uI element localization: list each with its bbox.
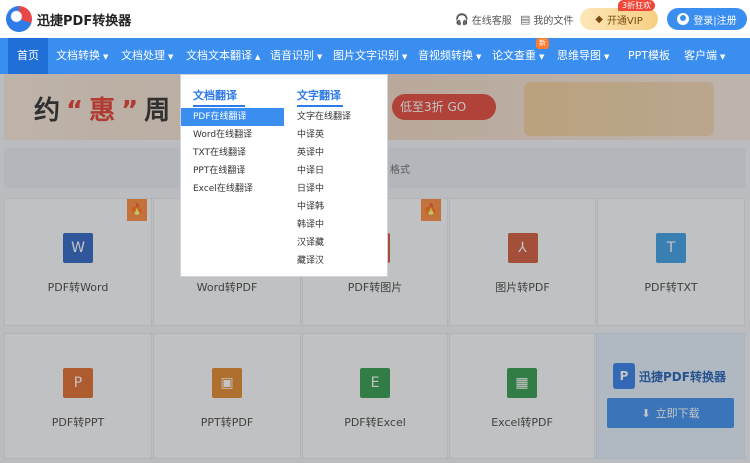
nav-av-convert[interactable]: 音视频转换 ▼ [418, 38, 481, 74]
caret-down-icon: ▼ [604, 53, 610, 61]
menu-item-zh-bo[interactable]: 汉译藏 [297, 234, 324, 252]
caret-up-icon: ▲ [255, 53, 261, 61]
text-heading-underline [297, 105, 343, 107]
nav-speech-label: 语音识别 [270, 49, 314, 62]
headset-icon: 🎧 [455, 13, 469, 26]
caret-down-icon: ▼ [402, 53, 408, 61]
translate-dropdown-menu: 文档翻译 文字翻译 PDF在线翻译 Word在线翻译 TXT在线翻译 PPT在线… [180, 74, 388, 277]
nav-doc-convert-label: 文档转换 [56, 49, 100, 62]
nav-doc-process[interactable]: 文档处理 ▼ [121, 38, 173, 74]
login-label: 登录|注册 [693, 15, 737, 27]
doc-heading-underline [193, 105, 245, 107]
online-service-label: 在线客服 [471, 16, 512, 27]
my-files-link[interactable]: ▤ 我的文件 [520, 12, 573, 27]
nav-mindmap-label: 思维导图 [557, 49, 601, 62]
nav-doc-process-label: 文档处理 [121, 49, 165, 62]
menu-item-zh-ja[interactable]: 中译日 [297, 162, 324, 180]
vip-promo-badge: 3折狂欢 [618, 0, 656, 11]
caret-down-icon: ▼ [539, 53, 545, 61]
menu-item-bo-zh[interactable]: 藏译汉 [297, 252, 324, 270]
main-nav: 首页 文档转换 ▼ 文档处理 ▼ 文档文本翻译 ▲ 语音识别 ▼ 图片文字识别 ▼ 音视频… [0, 38, 750, 74]
menu-item-txt-translate[interactable]: TXT在线翻译 [193, 144, 246, 162]
caret-down-icon: ▼ [476, 53, 482, 61]
caret-down-icon: ▼ [720, 53, 726, 61]
menu-item-ppt-translate[interactable]: PPT在线翻译 [193, 162, 245, 180]
caret-down-icon: ▼ [168, 53, 174, 61]
vip-label: 开通VIP [606, 15, 643, 27]
menu-item-en-zh[interactable]: 英译中 [297, 144, 324, 162]
login-register-button[interactable]: 登录|注册 [667, 8, 747, 30]
online-service-link[interactable]: 🎧 在线客服 [455, 12, 512, 27]
top-bar: 迅捷PDF转换器 🎧 在线客服 ▤ 我的文件 ◆ 开通VIP 3折狂欢 登录|注… [0, 0, 750, 38]
user-icon [677, 13, 690, 25]
nav-doc-translate[interactable]: 文档文本翻译 ▲ [186, 38, 260, 74]
menu-item-ko-zh[interactable]: 韩译中 [297, 216, 324, 234]
nav-ocr-label: 图片文字识别 [333, 49, 399, 62]
caret-down-icon: ▼ [103, 53, 109, 61]
menu-item-text-translate[interactable]: 文字在线翻译 [297, 108, 351, 126]
new-badge: 新 [536, 38, 549, 49]
nav-speech-recognition[interactable]: 语音识别 ▼ [270, 38, 322, 74]
my-files-label: 我的文件 [533, 16, 574, 27]
file-icon: ▤ [520, 13, 531, 26]
menu-item-excel-translate[interactable]: Excel在线翻译 [193, 180, 253, 198]
brand-name[interactable]: 迅捷PDF转换器 [37, 10, 131, 29]
nav-av-label: 音视频转换 [418, 49, 473, 62]
nav-ppt-template[interactable]: PPT模板 [628, 38, 670, 74]
open-vip-button[interactable]: ◆ 开通VIP [580, 8, 658, 30]
nav-home[interactable]: 首页 [8, 38, 48, 74]
nav-doc-translate-label: 文档文本翻译 [186, 49, 252, 62]
text-translate-heading: 文字翻译 [297, 89, 341, 102]
app-logo[interactable] [6, 6, 32, 32]
nav-image-ocr[interactable]: 图片文字识别 ▼ [333, 38, 407, 74]
caret-down-icon: ▼ [317, 53, 323, 61]
doc-translate-heading: 文档翻译 [193, 89, 237, 102]
menu-item-zh-ko[interactable]: 中译韩 [297, 198, 324, 216]
nav-ppt-label: PPT模板 [628, 49, 670, 62]
nav-paper-label: 论文查重 [492, 49, 536, 62]
nav-client-label: 客户端 [684, 49, 717, 62]
menu-item-pdf-translate[interactable]: PDF在线翻译 [181, 108, 284, 126]
nav-mind-map[interactable]: 思维导图 ▼ [557, 38, 609, 74]
nav-home-label: 首页 [17, 49, 39, 62]
nav-client[interactable]: 客户端 ▼ [684, 38, 725, 74]
menu-item-ja-zh[interactable]: 日译中 [297, 180, 324, 198]
menu-item-word-translate[interactable]: Word在线翻译 [193, 126, 252, 144]
diamond-icon: ◆ [595, 13, 603, 25]
menu-item-zh-en[interactable]: 中译英 [297, 126, 324, 144]
nav-doc-convert[interactable]: 文档转换 ▼ [56, 38, 108, 74]
